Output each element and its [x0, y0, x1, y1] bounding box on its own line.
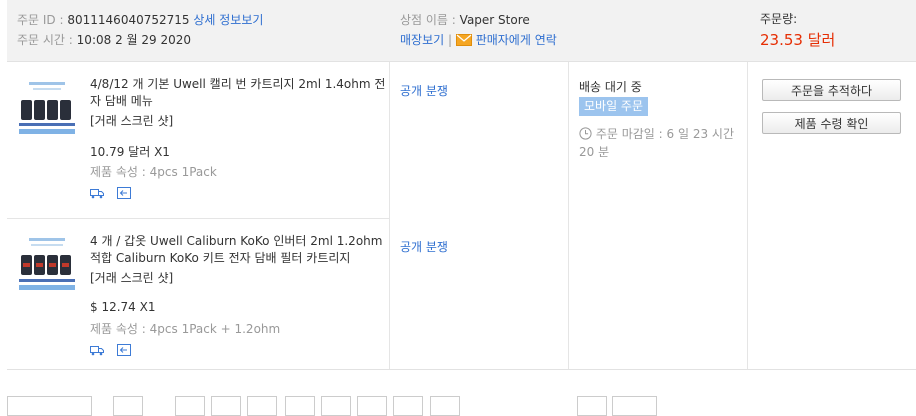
open-dispute-link[interactable]: 공개 분쟁 [400, 238, 448, 255]
return-icon[interactable] [116, 344, 131, 356]
page-button[interactable] [393, 396, 423, 416]
order-card: 주문 ID : 8011146040752715 상세 정보보기 주문 시간 :… [7, 0, 916, 370]
contact-seller-link[interactable]: 판매자에게 연락 [476, 33, 557, 47]
goto-page-button[interactable] [612, 396, 657, 416]
order-id-row: 주문 ID : 8011146040752715 상세 정보보기 [17, 11, 263, 28]
trade-snapshot-link[interactable]: [거래 스크린 샷] [90, 112, 173, 129]
order-header: 주문 ID : 8011146040752715 상세 정보보기 주문 시간 :… [7, 0, 916, 62]
next-page-button[interactable] [430, 396, 460, 416]
shipping-icon[interactable] [90, 344, 104, 356]
page-button[interactable] [175, 396, 205, 416]
prev-page-button[interactable] [113, 396, 143, 416]
order-detail-link[interactable]: 상세 정보보기 [193, 13, 263, 27]
item-attributes: 제품 속성 : 4pcs 1Pack [90, 165, 217, 179]
confirm-receipt-button[interactable]: 제품 수령 확인 [762, 112, 901, 134]
page-size-select[interactable] [7, 396, 92, 416]
shipping-icon[interactable] [90, 187, 104, 199]
product-thumbnail[interactable] [17, 233, 77, 298]
page-button[interactable] [211, 396, 241, 416]
order-status: 배송 대기 중 [579, 80, 642, 94]
deadline-text: 주문 마감일 : 6 일 23 시간 20 분 [579, 127, 734, 159]
order-id-value: 8011146040752715 [67, 13, 190, 27]
item-icons [90, 344, 140, 358]
open-dispute-link[interactable]: 공개 분쟁 [400, 82, 448, 99]
store-view-link[interactable]: 매장보기 [400, 33, 444, 47]
mobile-order-badge: 모바일 주문 [579, 97, 649, 116]
page-button[interactable] [247, 396, 277, 416]
goto-page-input[interactable] [577, 396, 607, 416]
link-divider: | [448, 33, 456, 47]
order-time-label: 주문 시간 : [17, 33, 73, 47]
mail-icon [455, 34, 472, 46]
order-time-value: 10:08 2 월 29 2020 [76, 33, 191, 47]
return-icon[interactable] [116, 187, 131, 199]
order-id-label: 주문 ID : [17, 13, 64, 27]
page-button[interactable] [285, 396, 315, 416]
item-price: $ 12.74 X1 [90, 300, 156, 314]
product-thumbnail[interactable] [17, 76, 77, 141]
order-amount: 23.53 달러 [760, 31, 836, 49]
clock-icon [579, 127, 592, 140]
item-attributes: 제품 속성 : 4pcs 1Pack + 1.2ohm [90, 322, 281, 336]
divider [568, 62, 569, 369]
amount-label: 주문량: [760, 12, 798, 26]
page-button[interactable] [357, 396, 387, 416]
order-time-row: 주문 시간 : 10:08 2 월 29 2020 [17, 31, 191, 48]
deadline-row: 주문 마감일 : 6 일 23 시간 20 분 [579, 125, 741, 161]
item-price: 10.79 달러 X1 [90, 145, 170, 159]
trade-snapshot-link[interactable]: [거래 스크린 샷] [90, 269, 173, 286]
item-title[interactable]: 4/8/12 개 기본 Uwell 캘리 번 카트리지 2ml 1.4ohm 전… [90, 76, 386, 110]
item-divider [7, 218, 389, 219]
item-icons [90, 187, 140, 201]
item-title[interactable]: 4 개 / 갑옷 Uwell Caliburn KoKo 인버터 2ml 1.2… [90, 233, 386, 267]
track-order-button[interactable]: 주문을 추적하다 [762, 79, 901, 101]
divider [747, 62, 748, 369]
divider [389, 62, 390, 369]
store-links-row: 매장보기 | 판매자에게 연락 [400, 31, 557, 48]
page-button[interactable] [321, 396, 351, 416]
store-name: Vaper Store [459, 13, 530, 27]
store-label: 상점 이름 : [400, 13, 456, 27]
store-row: 상점 이름 : Vaper Store [400, 11, 530, 28]
order-body: 4/8/12 개 기본 Uwell 캘리 번 카트리지 2ml 1.4ohm 전… [7, 62, 916, 370]
